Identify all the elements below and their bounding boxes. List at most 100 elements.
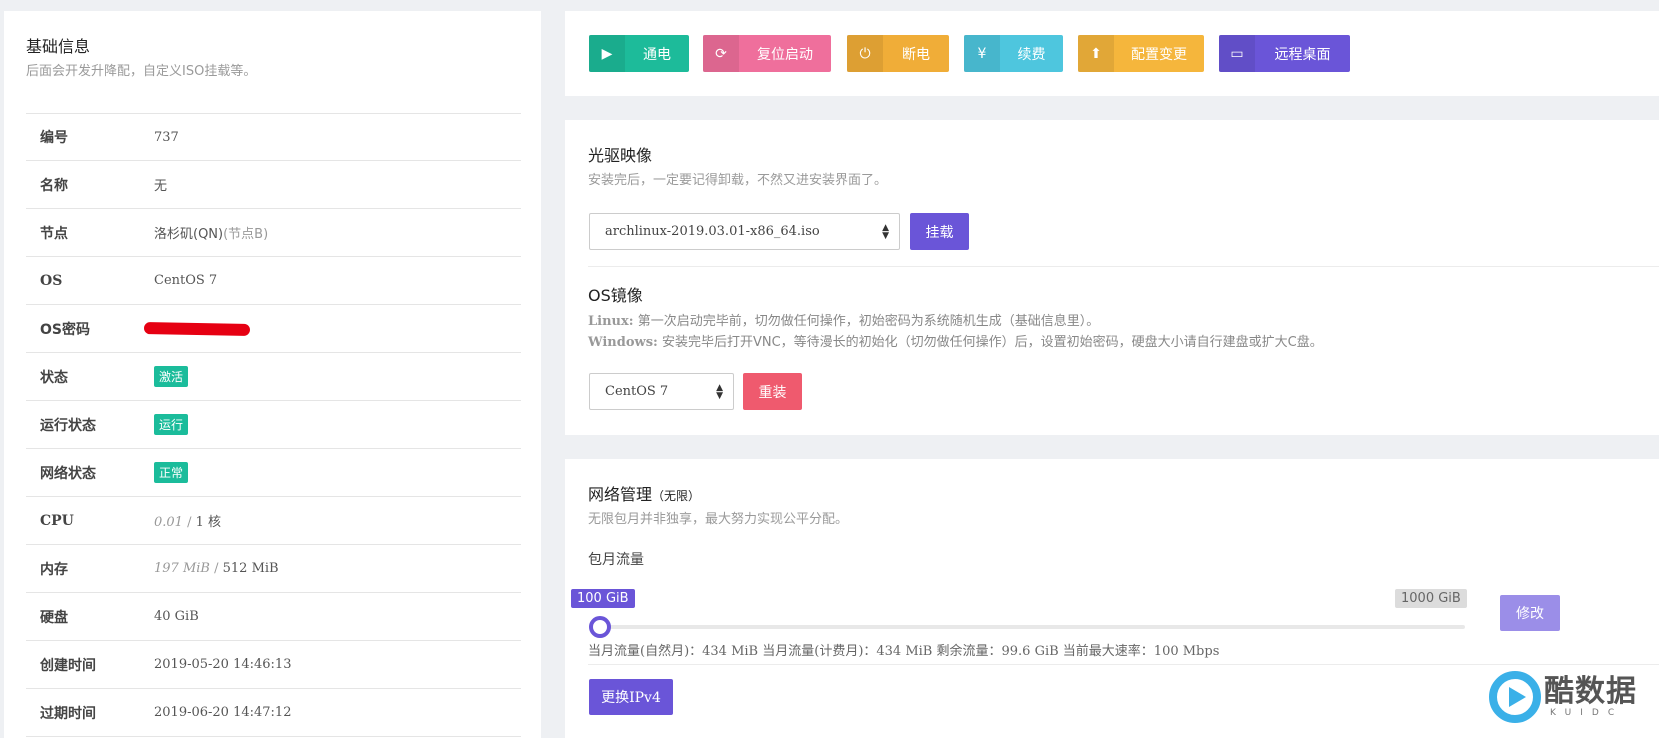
cpu-total: 1 核 (195, 515, 222, 530)
basic-info-subtitle: 后面会开发升降配，自定义ISO挂载等。 (26, 64, 257, 79)
watermark-subtext: KUIDC (1550, 708, 1624, 718)
info-value: 197 MiB / 512 MiB (154, 561, 279, 576)
info-value: 无 (154, 179, 168, 194)
network-subtitle: 无限包月并非独享，最大努力实现公平分配。 (588, 512, 849, 527)
info-row-cpu: CPU 0.01 / 1 核 (26, 497, 521, 545)
traffic-slider-track[interactable] (600, 625, 1465, 629)
run-status-badge: 运行 (154, 414, 189, 435)
info-key: 过期时间 (40, 705, 96, 722)
reboot-label: 复位启动 (757, 46, 813, 63)
select-caret-icon: ▲ ▼ (882, 223, 889, 241)
mount-button[interactable]: 挂载 (910, 213, 969, 250)
windows-note-text: 安装完毕后打开VNC，等待漫长的初始化（切勿做任何操作）后，设置初始密码，硬盘大… (661, 335, 1323, 350)
modify-button[interactable]: 修改 (1500, 595, 1560, 631)
play-icon: ▶ (589, 35, 625, 72)
info-value: 运行 (154, 414, 189, 435)
info-row-expires: 过期时间 2019-06-20 14:47:12 (26, 689, 521, 737)
network-status-badge: 正常 (154, 462, 189, 483)
info-row-network-status: 网络状态 正常 (26, 449, 521, 497)
cpu-used: 0.01 (154, 515, 183, 530)
info-key: 编号 (40, 130, 68, 146)
power-on-label: 通电 (643, 46, 671, 63)
config-change-button[interactable]: ⬆ 配置变更 (1078, 35, 1204, 72)
action-toolbar: ▶ 通电 ⟳ 复位启动 ⏻ 断电 ¥ 续费 ⬆ 配置变更 ▭ 远程桌面 (565, 11, 1659, 96)
windows-note: Windows: 安装完毕后打开VNC，等待漫长的初始化（切勿做任何操作）后，设… (588, 331, 1323, 350)
info-row-os-password: OS密码 (26, 305, 521, 353)
renew-button[interactable]: ¥ 续费 (964, 35, 1063, 72)
yen-icon: ¥ (964, 35, 1000, 72)
info-value: 洛杉矶(QN)(节点B) (154, 223, 268, 242)
refresh-icon: ⟳ (703, 35, 739, 72)
section-divider (588, 266, 1659, 267)
iso-subtitle: 安装完后，一定要记得卸载，不然又进安装界面了。 (588, 173, 888, 188)
monitor-icon: ▭ (1219, 35, 1255, 72)
memory-sep: / (214, 561, 219, 576)
power-icon: ⏻ (847, 35, 883, 72)
windows-label: Windows: (588, 335, 658, 350)
info-value: 2019-05-20 14:46:13 (154, 657, 292, 672)
info-key: OS (40, 272, 63, 289)
traffic-slider-handle[interactable] (589, 616, 611, 638)
reinstall-button[interactable]: 重装 (743, 373, 802, 410)
iso-selected-value: archlinux-2019.03.01-x86_64.iso (605, 224, 820, 239)
slider-current-tooltip: 100 GiB (571, 589, 635, 608)
info-row-name: 名称 无 (26, 161, 521, 209)
info-key: 硬盘 (40, 609, 68, 626)
logo-icon (1489, 671, 1541, 723)
traffic-label: 包月流量 (588, 552, 644, 568)
iso-title: 光驱映像 (588, 146, 653, 165)
watermark-text: 酷数据 (1544, 674, 1637, 709)
linux-label: Linux: (588, 314, 634, 329)
iso-select[interactable]: archlinux-2019.03.01-x86_64.iso ▲ ▼ (589, 213, 900, 250)
info-key: 名称 (40, 177, 68, 194)
change-ipv4-button[interactable]: 更换IPv4 (589, 679, 673, 715)
info-row-memory: 内存 197 MiB / 512 MiB (26, 545, 521, 593)
info-key: CPU (40, 512, 74, 529)
linux-note: Linux: 第一次启动完毕前，切勿做任何操作，初始密码为系统随机生成（基础信息… (588, 310, 1099, 329)
info-value: 737 (154, 129, 179, 145)
basic-info-table: 编号 737 名称 无 节点 洛杉矶(QN)(节点B) OS CentOS 7 … (26, 113, 521, 737)
info-row-run-status: 运行状态 运行 (26, 401, 521, 449)
watermark-logo: 酷数据 KUIDC (1488, 664, 1653, 732)
info-key: 运行状态 (40, 417, 96, 434)
info-row-disk: 硬盘 40 GiB (26, 593, 521, 641)
info-key: 节点 (40, 225, 68, 242)
image-panel: 光驱映像 安装完后，一定要记得卸载，不然又进安装界面了。 archlinux-2… (565, 120, 1659, 435)
os-select[interactable]: CentOS 7 ▲ ▼ (589, 373, 734, 410)
remote-desktop-label: 远程桌面 (1274, 46, 1331, 63)
renew-label: 续费 (1017, 46, 1046, 63)
os-selected-value: CentOS 7 (605, 384, 669, 399)
network-title-text: 网络管理 (588, 485, 653, 504)
info-value: 2019-06-20 14:47:12 (154, 705, 292, 720)
linux-note-text: 第一次启动完毕前，切勿做任何操作，初始密码为系统随机生成（基础信息里）。 (637, 314, 1100, 329)
network-title-suffix: （无限） (652, 489, 701, 503)
info-value: 正常 (154, 462, 189, 483)
memory-used: 197 MiB (154, 561, 210, 576)
info-key: 创建时间 (40, 657, 96, 674)
remote-desktop-button[interactable]: ▭ 远程桌面 (1219, 35, 1350, 72)
basic-info-title: 基础信息 (26, 37, 91, 56)
info-key: 网络状态 (40, 465, 96, 482)
network-title: 网络管理（无限） (588, 481, 700, 505)
info-row-status: 状态 激活 (26, 353, 521, 401)
os-image-title: OS镜像 (588, 286, 643, 305)
info-row-created: 创建时间 2019-05-20 14:46:13 (26, 641, 521, 689)
traffic-usage-text: 当月流量(自然月)：434 MiB 当月流量(计费月)：434 MiB 剩余流量… (588, 644, 1220, 659)
info-value: CentOS 7 (154, 273, 218, 288)
upload-arrow-icon: ⬆ (1078, 35, 1114, 72)
info-row-id: 编号 737 (26, 113, 521, 161)
info-row-os: OS CentOS 7 (26, 257, 521, 305)
power-off-button[interactable]: ⏻ 断电 (847, 35, 949, 72)
node-extra: (节点B) (223, 227, 269, 242)
select-caret-icon: ▲ ▼ (716, 383, 723, 401)
config-change-label: 配置变更 (1131, 46, 1187, 63)
power-on-button[interactable]: ▶ 通电 (589, 35, 689, 72)
info-value: 40 GiB (154, 609, 199, 624)
node-name: 洛杉矶(QN) (154, 227, 224, 242)
reboot-button[interactable]: ⟳ 复位启动 (703, 35, 831, 72)
cpu-sep: / (187, 515, 192, 530)
power-off-label: 断电 (902, 46, 930, 63)
redacted-password (143, 322, 251, 336)
info-value: 激活 (154, 366, 189, 387)
slider-max-tooltip: 1000 GiB (1395, 589, 1467, 608)
